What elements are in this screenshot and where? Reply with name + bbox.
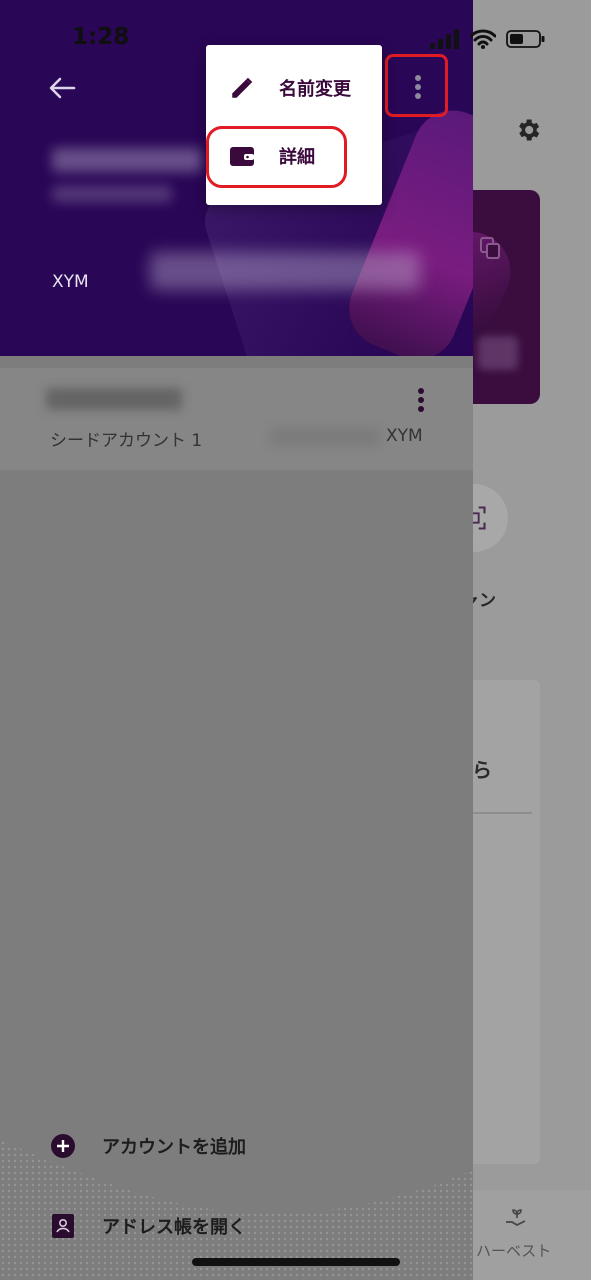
add-circle-icon bbox=[46, 1129, 80, 1163]
account-address-blurred bbox=[52, 186, 172, 202]
account-item-balance-blurred bbox=[270, 428, 380, 446]
status-time: 1:28 bbox=[72, 24, 130, 50]
back-button[interactable] bbox=[42, 70, 82, 106]
account-item-label: シードアカウント 1 bbox=[50, 431, 203, 451]
add-account-button[interactable]: アカウントを追加 bbox=[46, 1126, 446, 1166]
wifi-icon bbox=[470, 29, 496, 49]
divider bbox=[472, 812, 532, 814]
currency-label: XYM bbox=[52, 272, 89, 292]
annotation-highlight bbox=[206, 126, 347, 188]
annotation-highlight bbox=[385, 54, 448, 117]
arrow-left-icon bbox=[49, 77, 76, 99]
menu-item-rename-label: 名前変更 bbox=[279, 79, 351, 100]
account-item-currency: XYM bbox=[386, 426, 423, 446]
contact-book-icon bbox=[46, 1209, 80, 1243]
account-item-name-blurred bbox=[46, 388, 182, 410]
account-name-blurred bbox=[52, 148, 202, 172]
account-options-button[interactable] bbox=[406, 382, 436, 418]
card-blurred-value bbox=[478, 336, 518, 370]
harvest-icon bbox=[502, 1206, 530, 1230]
status-icons bbox=[430, 26, 546, 52]
address-book-label: アドレス帳を開く bbox=[102, 1217, 246, 1238]
menu-item-rename[interactable]: 名前変更 bbox=[206, 57, 382, 119]
background-panel-text: ら bbox=[472, 758, 492, 782]
settings-icon bbox=[512, 114, 544, 146]
signal-icon bbox=[430, 29, 459, 49]
nav-harvest-label: ハーベスト bbox=[476, 1242, 552, 1260]
pencil-icon bbox=[228, 74, 256, 102]
address-book-button[interactable]: アドレス帳を開く bbox=[46, 1206, 446, 1246]
more-vertical-icon bbox=[418, 388, 424, 412]
list-item[interactable] bbox=[0, 368, 473, 470]
copy-icon bbox=[476, 234, 504, 262]
balance-blurred bbox=[150, 252, 420, 290]
battery-icon bbox=[506, 30, 545, 48]
add-account-label: アカウントを追加 bbox=[102, 1137, 246, 1158]
home-indicator bbox=[192, 1258, 400, 1266]
